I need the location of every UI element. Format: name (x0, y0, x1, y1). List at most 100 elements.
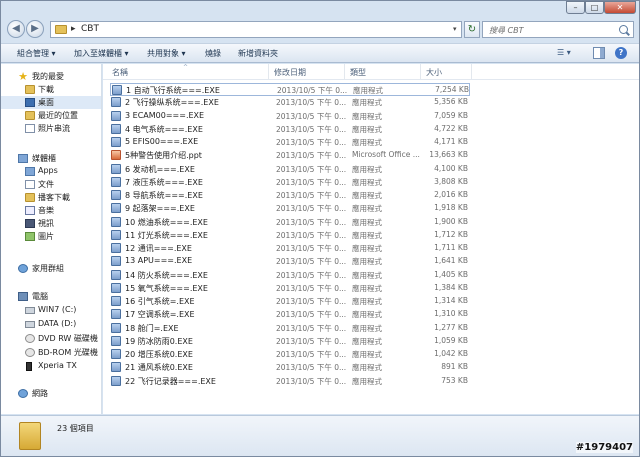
file-row[interactable]: 22 飞行记录器===.EXE 2013/10/5 下午 0... 應用程式 753 … (110, 375, 470, 388)
music-icon (25, 206, 35, 215)
nav-computer[interactable]: 電腦 (1, 290, 101, 303)
chevron-down-icon[interactable]: ▾ (453, 25, 457, 33)
file-row[interactable]: 17 空调系统=.EXE 2013/10/5 下午 0... 應用程式 1,310 K… (110, 308, 470, 321)
file-row[interactable]: 3 ECAM00===.EXE 2013/10/5 下午 0... 應用程式 7,05… (110, 110, 470, 123)
file-date: 2013/10/5 下午 0... (277, 86, 348, 95)
file-row[interactable]: 8 导航系统===.EXE 2013/10/5 下午 0... 應用程式 2,016 … (110, 189, 470, 202)
file-size: 1,277 KB (434, 322, 468, 332)
back-button[interactable]: ◀ (7, 20, 25, 38)
nav-videos[interactable]: 視訊 (1, 217, 101, 230)
minimize-button[interactable]: – (566, 1, 585, 14)
share-with-button[interactable]: 共用對象 ▾ (147, 48, 186, 59)
pictures-icon (25, 232, 35, 241)
file-date: 2013/10/5 下午 0... (276, 124, 347, 134)
nav-apps[interactable]: Apps (1, 165, 101, 178)
drive-icon (25, 321, 35, 328)
column-divider[interactable] (471, 64, 472, 79)
nav-homegroup[interactable]: 家用群組 (1, 262, 101, 275)
column-divider[interactable] (420, 64, 421, 79)
file-row[interactable]: 14 防火系统===.EXE 2013/10/5 下午 0... 應用程式 1,405… (110, 269, 470, 282)
maximize-button[interactable]: □ (585, 1, 604, 14)
chevron-right-icon[interactable]: ▸ (71, 24, 76, 34)
column-divider[interactable] (344, 64, 345, 79)
nav-dvd-drive[interactable]: DVD RW 磁碟機 ( (1, 332, 101, 345)
executable-file-icon (111, 296, 121, 306)
file-row[interactable]: 20 增压系统0.EXE 2013/10/5 下午 0... 應用程式 1,042 K… (110, 348, 470, 361)
photostream-icon (25, 124, 35, 133)
column-header-size[interactable]: 大小 (426, 67, 442, 78)
file-row[interactable]: 21 通风系统0.EXE 2013/10/5 下午 0... 應用程式 891 KB (110, 361, 470, 374)
file-size: 7,059 KB (434, 110, 468, 120)
file-row[interactable]: 1 自动飞行系统===.EXE 2013/10/5 下午 0... 應用程式 7,25… (110, 83, 470, 96)
file-name: 6 发动机===.EXE (125, 164, 195, 174)
file-row[interactable]: 2 飞行操纵系统===.EXE 2013/10/5 下午 0... 應用程式 5,35… (110, 96, 470, 109)
nav-photostream[interactable]: 照片串流 (1, 122, 101, 135)
file-row[interactable]: 5种警告使用介绍.ppt 2013/10/5 下午 0... Microsoft O… (110, 149, 470, 162)
executable-file-icon (111, 229, 121, 240)
file-size: 1,384 KB (434, 282, 468, 292)
view-options-button[interactable]: ☰ ▾ (557, 48, 583, 60)
file-row[interactable]: 15 氧气系统===.EXE 2013/10/5 下午 0... 應用程式 1,384… (110, 282, 470, 295)
file-date: 2013/10/5 下午 0... (276, 363, 347, 373)
file-size: 3,808 KB (434, 176, 468, 186)
forward-button[interactable]: ▶ (26, 20, 44, 38)
nav-network[interactable]: 網路 (1, 387, 101, 400)
file-size: 13,663 KB (429, 150, 468, 160)
organize-button[interactable]: 組合管理 ▾ (17, 48, 56, 59)
file-row[interactable]: 18 舱门=.EXE 2013/10/5 下午 0... 應用程式 1,277 KB (110, 322, 470, 335)
column-header-name[interactable]: 名稱 (112, 67, 128, 78)
close-button[interactable]: ✕ (604, 1, 636, 14)
nav-documents[interactable]: 文件 (1, 178, 101, 191)
add-to-library-button[interactable]: 加入至媒體櫃 ▾ (74, 48, 129, 59)
details-pane: 23 個項目 (1, 415, 639, 456)
executable-file-icon (112, 85, 122, 95)
nav-favorites[interactable]: ★ 我的最愛 (1, 70, 101, 83)
desktop-icon (25, 98, 35, 107)
nav-recent[interactable]: 最近的位置 (1, 109, 101, 122)
file-size: 1,042 KB (434, 349, 468, 358)
file-size: 1,405 KB (434, 269, 468, 279)
column-header-type[interactable]: 類型 (350, 67, 366, 78)
column-divider[interactable] (268, 64, 269, 79)
preview-pane-button[interactable] (593, 47, 605, 59)
burn-button[interactable]: 燒錄 (205, 48, 221, 59)
new-folder-button[interactable]: 新增資料夾 (238, 48, 278, 59)
file-row[interactable]: 19 防冰防雨0.EXE 2013/10/5 下午 0... 應用程式 1,059 K… (110, 335, 470, 348)
nav-drive-d[interactable]: DATA (D:) (1, 318, 101, 331)
file-name: 12 通讯===.EXE (125, 244, 192, 253)
nav-bd-drive[interactable]: BD-ROM 光碟機 ( (1, 346, 101, 359)
star-icon: ★ (18, 70, 28, 83)
file-row[interactable]: 13 APU===.EXE 2013/10/5 下午 0... 應用程式 1,641 … (110, 255, 470, 268)
search-placeholder: 搜尋 CBT (489, 26, 524, 35)
nav-pictures[interactable]: 圖片 (1, 230, 101, 243)
column-header-date[interactable]: 修改日期 (274, 67, 306, 78)
file-name: 14 防火系统===.EXE (125, 270, 208, 280)
file-size: 1,918 KB (434, 203, 468, 213)
nav-downloads[interactable]: 下載 (1, 83, 101, 96)
file-row[interactable]: 10 燃油系统===.EXE 2013/10/5 下午 0... 應用程式 1,900… (110, 216, 470, 229)
file-size: 1,059 KB (434, 335, 468, 345)
file-row[interactable]: 5 EFIS00===.EXE 2013/10/5 下午 0... 應用程式 4,17… (110, 136, 470, 149)
refresh-button[interactable]: ↻ (464, 21, 480, 38)
file-row[interactable]: 4 电气系统===.EXE 2013/10/5 下午 0... 應用程式 4,722 … (110, 123, 470, 136)
sort-indicator-icon: ^ (183, 64, 189, 71)
file-row[interactable]: 7 液压系统===.EXE 2013/10/5 下午 0... 應用程式 3,808 … (110, 176, 470, 189)
executable-file-icon (111, 163, 121, 174)
file-size: 1,310 KB (434, 309, 468, 319)
search-input[interactable]: 搜尋 CBT (482, 21, 634, 38)
nav-libraries[interactable]: 媒體櫃 (1, 152, 101, 165)
address-bar[interactable]: ▸ CBT ▾ (50, 21, 462, 38)
nav-podcasts[interactable]: 播客下載 (1, 191, 101, 204)
file-row[interactable]: 6 发动机===.EXE 2013/10/5 下午 0... 應用程式 4,100 K… (110, 163, 470, 176)
help-button[interactable]: ? (615, 47, 627, 59)
file-row[interactable]: 16 引气系统=.EXE 2013/10/5 下午 0... 應用程式 1,314 K… (110, 295, 470, 308)
file-row[interactable]: 9 起落架===.EXE 2013/10/5 下午 0... 應用程式 1,918 K… (110, 202, 470, 215)
executable-file-icon (111, 362, 121, 373)
nav-drive-c[interactable]: WIN7 (C:) (1, 304, 101, 317)
breadcrumb[interactable]: CBT (81, 24, 99, 34)
nav-desktop[interactable]: 桌面 (1, 96, 101, 109)
file-row[interactable]: 12 通讯===.EXE 2013/10/5 下午 0... 應用程式 1,711 K… (110, 242, 470, 255)
file-row[interactable]: 11 灯光系统===.EXE 2013/10/5 下午 0... 應用程式 1,712… (110, 229, 470, 242)
nav-music[interactable]: 音樂 (1, 204, 101, 217)
nav-phone[interactable]: Xperia TX (1, 360, 101, 373)
